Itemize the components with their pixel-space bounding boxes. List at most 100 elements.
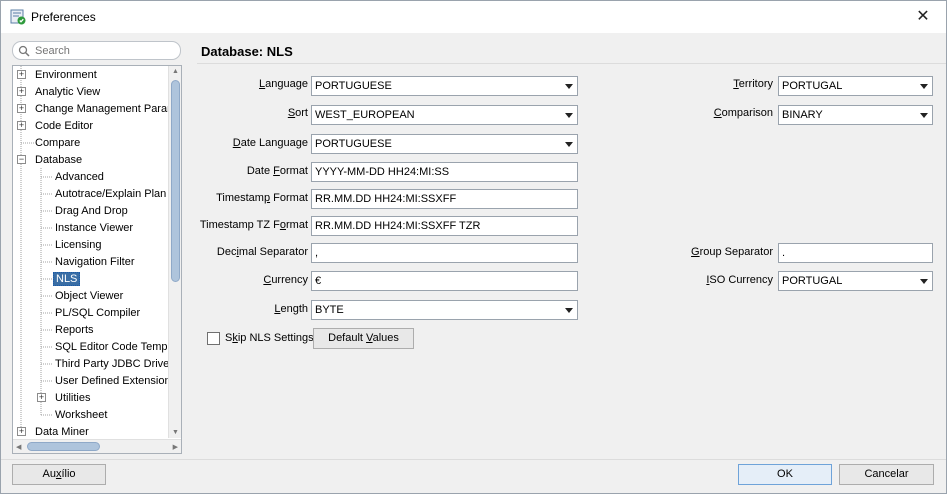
tree-item-third-party-jdbc[interactable]: Third Party JDBC Drivei bbox=[55, 356, 172, 372]
tree-item-label: Instance Viewer bbox=[55, 222, 134, 234]
tree-item-drag-and-drop[interactable]: Drag And Drop bbox=[55, 203, 128, 219]
tree-item-label: Drag And Drop bbox=[55, 205, 128, 217]
chevron-down-icon bbox=[920, 279, 928, 284]
currency-value: € bbox=[315, 275, 322, 287]
sort-select[interactable]: WEST_EUROPEAN bbox=[311, 105, 578, 125]
skip-nls-label[interactable]: Skip NLS Settings bbox=[225, 332, 314, 344]
tree-item-worksheet[interactable]: Worksheet bbox=[55, 407, 107, 423]
page-title: Database: NLS bbox=[201, 44, 293, 59]
territory-label: Territory bbox=[733, 78, 773, 90]
scroll-up-icon[interactable]: ▲ bbox=[172, 68, 179, 75]
iso-currency-value: PORTUGAL bbox=[782, 275, 843, 287]
date-format-input[interactable]: YYYY-MM-DD HH24:MI:SS bbox=[311, 162, 578, 182]
tree-item-label: NLS bbox=[53, 272, 81, 286]
timestamp-format-input[interactable]: RR.MM.DD HH24:MI:SSXFF bbox=[311, 189, 578, 209]
tree-item-label: SQL Editor Code Templa bbox=[55, 341, 177, 353]
tree-item-plsql-compiler[interactable]: PL/SQL Compiler bbox=[55, 305, 140, 321]
tree-horizontal-scrollbar[interactable]: ◀ ▶ bbox=[13, 439, 181, 453]
scroll-left-icon[interactable]: ◀ bbox=[16, 443, 21, 451]
decimal-separator-value: , bbox=[315, 247, 319, 259]
skip-nls-checkbox[interactable] bbox=[207, 332, 220, 345]
language-value: PORTUGUESE bbox=[315, 80, 392, 92]
iso-currency-label: ISO Currency bbox=[706, 274, 773, 286]
preferences-tree: + Environment + Analytic View + Change M… bbox=[12, 65, 182, 454]
tree-item-label: Worksheet bbox=[55, 409, 108, 421]
horizontal-scroll-thumb[interactable] bbox=[27, 442, 100, 451]
decimal-separator-input[interactable]: , bbox=[311, 243, 578, 263]
iso-currency-select[interactable]: PORTUGAL bbox=[778, 271, 933, 291]
territory-select[interactable]: PORTUGAL bbox=[778, 76, 933, 96]
tree-item-nls[interactable]: NLS bbox=[53, 271, 81, 287]
tree-item-navigation-filter[interactable]: Navigation Filter bbox=[55, 254, 134, 270]
tree-item-advanced[interactable]: Advanced bbox=[55, 169, 104, 185]
tree-item-reports[interactable]: Reports bbox=[55, 322, 94, 338]
tree-item-label: Database bbox=[35, 154, 83, 166]
window-title: Preferences bbox=[31, 10, 96, 24]
chevron-down-icon bbox=[565, 84, 573, 89]
expand-icon[interactable]: + bbox=[37, 393, 46, 402]
date-language-select[interactable]: PORTUGUESE bbox=[311, 134, 578, 154]
tree-item-label: Code Editor bbox=[35, 120, 94, 132]
sort-label: Sort bbox=[287, 107, 308, 119]
group-separator-input[interactable]: . bbox=[778, 243, 933, 263]
tree-item-label: Licensing bbox=[55, 239, 102, 251]
tree-item-autotrace[interactable]: Autotrace/Explain Plan bbox=[55, 186, 166, 202]
ok-button[interactable]: OK bbox=[738, 464, 832, 485]
chevron-down-icon bbox=[565, 113, 573, 118]
tree-item-label: Utilities bbox=[55, 392, 91, 404]
tree-item-label: Third Party JDBC Drivei bbox=[55, 358, 172, 370]
chevron-down-icon bbox=[920, 113, 928, 118]
comparison-value: BINARY bbox=[782, 109, 823, 121]
group-separator-value: . bbox=[782, 247, 786, 259]
tree-item-label: Autotrace/Explain Plan bbox=[55, 188, 167, 200]
comparison-select[interactable]: BINARY bbox=[778, 105, 933, 125]
tree-item-label: Object Viewer bbox=[55, 290, 124, 302]
cancel-button[interactable]: Cancelar bbox=[839, 464, 934, 485]
sort-value: WEST_EUROPEAN bbox=[315, 109, 415, 121]
date-format-label: Date Format bbox=[246, 165, 308, 177]
chevron-down-icon bbox=[565, 308, 573, 313]
tree-vertical-scrollbar[interactable]: ▲ ▼ bbox=[168, 66, 181, 438]
currency-input[interactable]: € bbox=[311, 271, 578, 291]
footer-divider bbox=[1, 459, 946, 460]
tree-item-instance-viewer[interactable]: Instance Viewer bbox=[55, 220, 133, 236]
chevron-down-icon bbox=[565, 142, 573, 147]
default-values-button[interactable]: Default Values bbox=[313, 328, 414, 349]
tree-item-user-defined-extensions[interactable]: User Defined Extension bbox=[55, 373, 171, 389]
territory-value: PORTUGAL bbox=[782, 80, 843, 92]
preferences-dialog: Preferences ✕ Search + Environment + Ana… bbox=[0, 0, 947, 494]
help-button[interactable]: Auxílio bbox=[12, 464, 106, 485]
tree-item-licensing[interactable]: Licensing bbox=[55, 237, 101, 253]
expand-icon[interactable]: + bbox=[17, 104, 26, 113]
date-language-value: PORTUGUESE bbox=[315, 138, 392, 150]
search-icon bbox=[18, 45, 30, 57]
language-select[interactable]: PORTUGUESE bbox=[311, 76, 578, 96]
vertical-scroll-thumb[interactable] bbox=[171, 80, 180, 282]
currency-label: Currency bbox=[263, 274, 308, 286]
collapse-icon[interactable]: − bbox=[17, 155, 26, 164]
tree-item-label: Reports bbox=[55, 324, 94, 336]
search-input[interactable] bbox=[35, 43, 175, 58]
scroll-right-icon[interactable]: ▶ bbox=[173, 443, 178, 451]
title-bar: Preferences ✕ bbox=[1, 1, 946, 33]
tree-item-label: Advanced bbox=[55, 171, 104, 183]
expand-icon[interactable]: + bbox=[17, 121, 26, 130]
expand-icon[interactable]: + bbox=[17, 70, 26, 79]
timestamp-tz-format-input[interactable]: RR.MM.DD HH24:MI:SSXFF TZR bbox=[311, 216, 578, 236]
tree-item-label: Data Miner bbox=[35, 426, 89, 438]
close-button[interactable]: ✕ bbox=[904, 1, 942, 31]
search-box[interactable] bbox=[12, 41, 181, 60]
group-separator-label: Group Separator bbox=[691, 246, 773, 258]
timestamp-tz-format-value: RR.MM.DD HH24:MI:SSXFF TZR bbox=[315, 220, 481, 232]
date-language-label: Date Language bbox=[232, 137, 308, 149]
expand-icon[interactable]: + bbox=[17, 87, 26, 96]
tree-item-sql-editor-code-templates[interactable]: SQL Editor Code Templa bbox=[55, 339, 176, 355]
comparison-label: Comparison bbox=[713, 107, 773, 119]
scroll-down-icon[interactable]: ▼ bbox=[172, 429, 179, 436]
length-label: Length bbox=[274, 303, 308, 315]
tree-item-object-viewer[interactable]: Object Viewer bbox=[55, 288, 123, 304]
tree-item-label: Environment bbox=[35, 69, 97, 81]
length-select[interactable]: BYTE bbox=[311, 300, 578, 320]
expand-icon[interactable]: + bbox=[17, 427, 26, 436]
decimal-separator-label: Decimal Separator bbox=[216, 246, 308, 258]
